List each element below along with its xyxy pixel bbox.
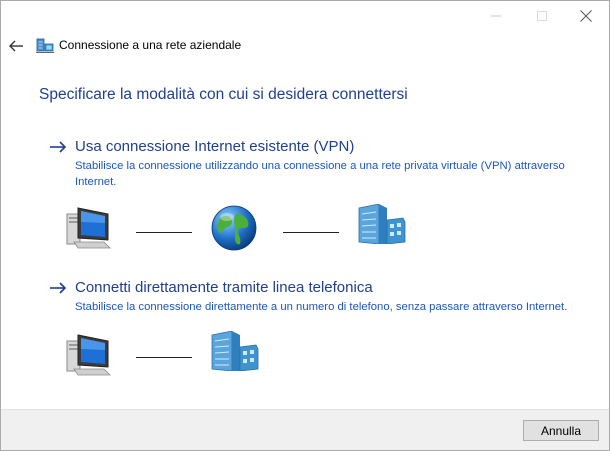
maximize-button[interactable] [519, 1, 565, 31]
option-dialup-description: Stabilisce la connessione direttamente a… [75, 301, 568, 313]
option-vpn-description: Stabilisce la connessione utilizzando un… [75, 160, 565, 188]
office-building-icon [210, 330, 260, 376]
option-vpn-link[interactable]: Usa connessione Internet esistente (VPN) [49, 138, 569, 155]
globe-icon [210, 204, 258, 257]
close-icon [580, 10, 592, 22]
back-arrow-icon [9, 40, 23, 52]
option-dialup-title[interactable]: Connetti direttamente tramite linea tele… [75, 279, 373, 296]
network-app-icon [36, 36, 54, 54]
arrow-right-icon [50, 281, 67, 294]
connection-line [136, 357, 192, 358]
office-building-icon [357, 203, 407, 249]
page-heading: Specificare la modalità con cui si desid… [39, 86, 408, 103]
option-dialup[interactable]: Connetti direttamente tramite linea tele… [49, 279, 569, 315]
arrow-right-icon [50, 140, 67, 153]
computer-icon [64, 204, 112, 255]
maximize-icon [537, 11, 547, 21]
window-title: Connessione a una rete aziendale [59, 38, 242, 52]
back-button[interactable] [7, 37, 25, 55]
connection-line [283, 232, 339, 233]
cancel-button[interactable]: Annulla [523, 420, 599, 441]
minimize-button[interactable] [473, 1, 519, 31]
option-vpn[interactable]: Usa connessione Internet esistente (VPN)… [49, 138, 569, 190]
connection-line [136, 232, 192, 233]
option-dialup-link[interactable]: Connetti direttamente tramite linea tele… [49, 279, 569, 296]
dialog-window: Connessione a una rete aziendale Specifi… [0, 0, 610, 451]
minimize-icon [491, 15, 501, 17]
dialog-footer: Annulla [1, 409, 609, 450]
option-vpn-title[interactable]: Usa connessione Internet esistente (VPN) [75, 138, 354, 155]
computer-icon [64, 331, 112, 382]
close-button[interactable] [563, 1, 609, 31]
